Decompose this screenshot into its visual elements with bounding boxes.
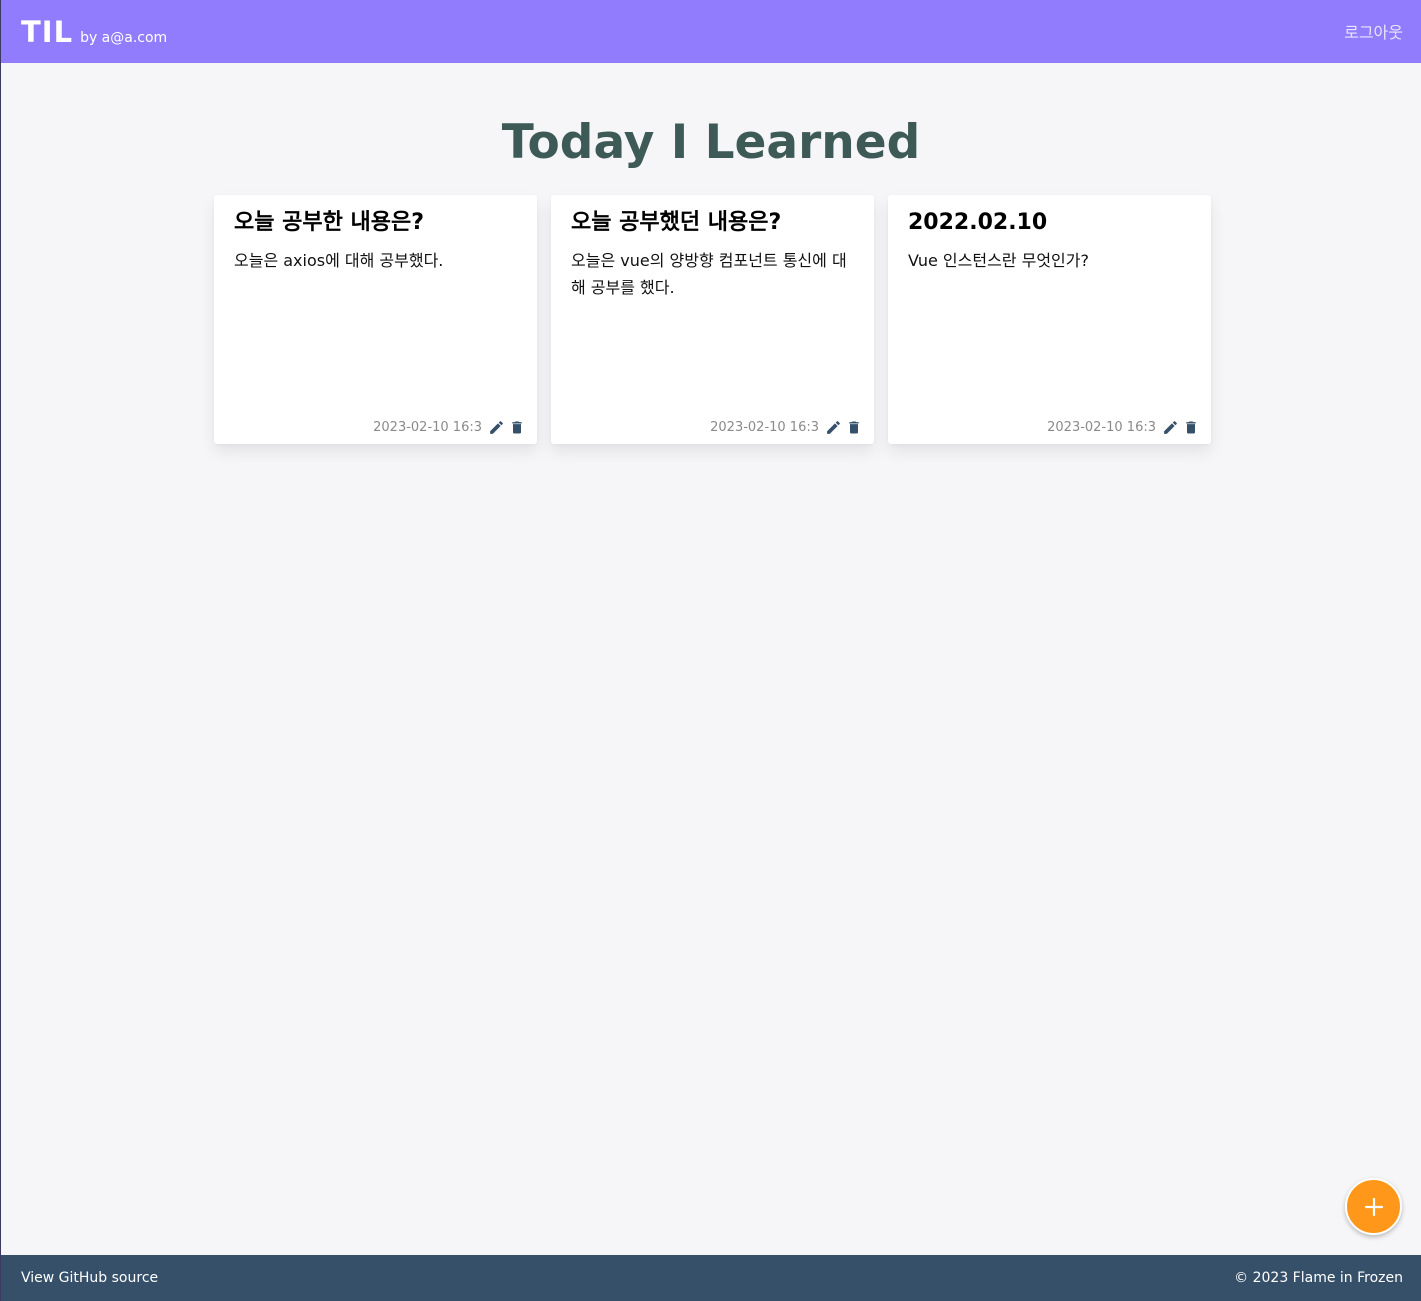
app-logo-title[interactable]: TIL	[21, 15, 73, 49]
brand: TIL by a@a.com	[21, 15, 167, 49]
post-contents: 오늘은 vue의 양방향 컴포넌트 통신에 대해 공부를 했다.	[571, 251, 847, 297]
trash-icon[interactable]	[845, 418, 863, 436]
post-title: 오늘 공부한 내용은?	[234, 210, 425, 235]
main-content: Today I Learned 오늘 공부한 내용은? 오늘은 axios에 대…	[1, 63, 1421, 444]
post-date: 2023-02-10 16:3	[1047, 419, 1156, 435]
add-post-button[interactable]	[1345, 1178, 1402, 1235]
github-source-link[interactable]: View GitHub source	[21, 1270, 158, 1286]
post-title: 2022.02.10	[908, 210, 1048, 235]
post-footer: 2023-02-10 16:3	[1047, 418, 1200, 436]
post-footer: 2023-02-10 16:3	[710, 418, 863, 436]
page-title: Today I Learned	[501, 115, 921, 170]
post-title: 오늘 공부했던 내용은?	[571, 210, 782, 235]
post-contents: Vue 인스턴스란 무엇인가?	[908, 251, 1089, 270]
post-card: 2022.02.10 Vue 인스턴스란 무엇인가? 2023-02-10 16…	[888, 195, 1211, 444]
logout-link[interactable]: 로그아웃	[1344, 19, 1403, 43]
post-card: 오늘 공부한 내용은? 오늘은 axios에 대해 공부했다. 2023-02-…	[214, 195, 537, 444]
trash-icon[interactable]	[508, 418, 526, 436]
user-email: by a@a.com	[80, 29, 168, 46]
post-footer: 2023-02-10 16:3	[373, 418, 526, 436]
post-contents: 오늘은 axios에 대해 공부했다.	[234, 251, 444, 270]
app-footer: View GitHub source © 2023 Flame in Froze…	[1, 1255, 1421, 1301]
post-date: 2023-02-10 16:3	[710, 419, 819, 435]
pencil-icon[interactable]	[1161, 418, 1179, 436]
trash-icon[interactable]	[1182, 418, 1200, 436]
app-root: TIL by a@a.com 로그아웃 Today I Learned 오늘 공…	[0, 0, 1421, 1301]
copyright-text: © 2023 Flame in Frozen	[1234, 1270, 1403, 1286]
post-list: 오늘 공부한 내용은? 오늘은 axios에 대해 공부했다. 2023-02-…	[214, 195, 1211, 444]
post-card: 오늘 공부했던 내용은? 오늘은 vue의 양방향 컴포넌트 통신에 대해 공부…	[551, 195, 874, 444]
pencil-icon[interactable]	[487, 418, 505, 436]
plus-icon	[1364, 1197, 1383, 1216]
post-date: 2023-02-10 16:3	[373, 419, 482, 435]
app-header: TIL by a@a.com 로그아웃	[1, 0, 1421, 63]
pencil-icon[interactable]	[824, 418, 842, 436]
